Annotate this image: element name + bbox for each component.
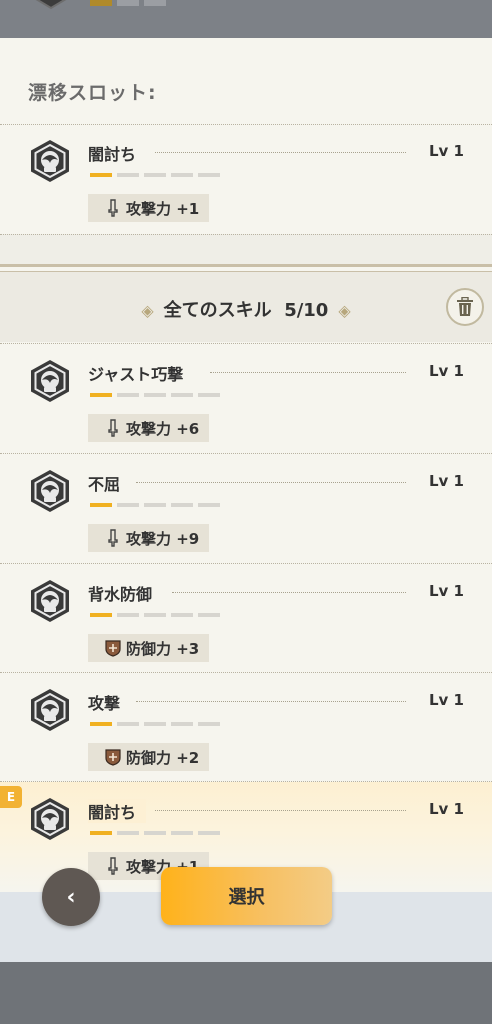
delete-button[interactable] bbox=[446, 288, 484, 326]
bottom-bar bbox=[0, 962, 492, 1024]
stat-value: 攻撃力 +9 bbox=[126, 529, 200, 548]
shield-icon bbox=[105, 749, 121, 766]
skill-level: Lv 1 bbox=[429, 142, 464, 160]
drift-slot-title: 漂移スロット: bbox=[28, 82, 157, 104]
all-skills-header: ◈ 全てのスキル 5/10 ◈ bbox=[0, 272, 492, 342]
slot-skill-row[interactable]: 闇討ち Lv 1 攻撃力 +1 bbox=[0, 124, 492, 234]
level-bars bbox=[90, 831, 220, 835]
level-bars bbox=[90, 613, 220, 617]
skill-name: 攻撃 bbox=[88, 690, 131, 714]
skill-emblem-icon bbox=[31, 360, 69, 402]
skill-level: Lv 1 bbox=[429, 582, 464, 600]
back-button[interactable]: ‹ bbox=[42, 868, 100, 926]
skill-level: Lv 1 bbox=[429, 691, 464, 709]
all-skills-label: 全てのスキル bbox=[163, 300, 272, 321]
level-bars bbox=[90, 173, 220, 177]
stat-value: 防御力 +2 bbox=[126, 748, 200, 767]
skill-name: ジャスト巧撃 bbox=[88, 361, 194, 385]
skill-level: Lv 1 bbox=[429, 472, 464, 490]
level-bars bbox=[90, 503, 220, 507]
skill-row[interactable]: 背水防御 Lv 1 防御力 +3 bbox=[0, 563, 492, 673]
skill-emblem-icon bbox=[31, 470, 69, 512]
previous-section-strip bbox=[0, 0, 492, 38]
skill-level: Lv 1 bbox=[429, 800, 464, 818]
stat-tag: 攻撃力 +6 bbox=[88, 414, 210, 442]
sword-icon bbox=[108, 529, 118, 547]
chevron-left-icon: ‹ bbox=[66, 884, 76, 910]
skill-name: 不屈 bbox=[88, 471, 131, 495]
skill-count: 5/10 bbox=[284, 300, 329, 321]
section-divider bbox=[0, 264, 492, 272]
stat-tag: 防御力 +3 bbox=[88, 634, 210, 662]
skill-emblem-icon bbox=[31, 140, 69, 182]
stat-value: 攻撃力 +1 bbox=[126, 199, 200, 218]
skill-emblem-icon bbox=[31, 689, 69, 731]
skill-emblem-icon bbox=[31, 798, 69, 840]
shield-icon bbox=[105, 640, 121, 657]
skill-emblem-icon bbox=[31, 580, 69, 622]
level-bars bbox=[90, 722, 220, 726]
level-bars bbox=[90, 393, 220, 397]
stat-value: 防御力 +3 bbox=[126, 639, 200, 658]
select-button[interactable]: 選択 bbox=[161, 867, 332, 925]
trash-icon bbox=[457, 297, 473, 316]
diamond-ornament-icon: ◈ bbox=[141, 301, 154, 320]
skill-row[interactable]: ジャスト巧撃 Lv 1 攻撃力 +6 bbox=[0, 343, 492, 453]
skill-row[interactable]: 攻撃 Lv 1 防御力 +2 bbox=[0, 672, 492, 782]
skill-row[interactable]: 不屈 Lv 1 攻撃力 +9 bbox=[0, 453, 492, 563]
skill-name: 闇討ち bbox=[88, 799, 147, 823]
diamond-ornament-icon: ◈ bbox=[338, 301, 351, 320]
sword-icon bbox=[108, 199, 118, 217]
skill-emblem-icon bbox=[35, 0, 67, 10]
skill-level: Lv 1 bbox=[429, 362, 464, 380]
equipped-badge: E bbox=[0, 786, 22, 808]
sword-icon bbox=[108, 857, 118, 875]
stat-value: 攻撃力 +6 bbox=[126, 419, 200, 438]
sword-icon bbox=[108, 419, 118, 437]
skill-name: 背水防御 bbox=[88, 581, 163, 605]
stat-tag: 攻撃力 +1 bbox=[88, 194, 210, 222]
skill-name: 闇討ち bbox=[88, 141, 147, 165]
stat-tag: 攻撃力 +9 bbox=[88, 524, 210, 552]
skill-panel: 漂移スロット: 闇討ち Lv 1 攻撃力 +1 ◈ 全てのスキル 5/10 ◈ bbox=[0, 38, 492, 892]
level-bars bbox=[90, 0, 166, 6]
stat-tag: 防御力 +2 bbox=[88, 743, 210, 771]
